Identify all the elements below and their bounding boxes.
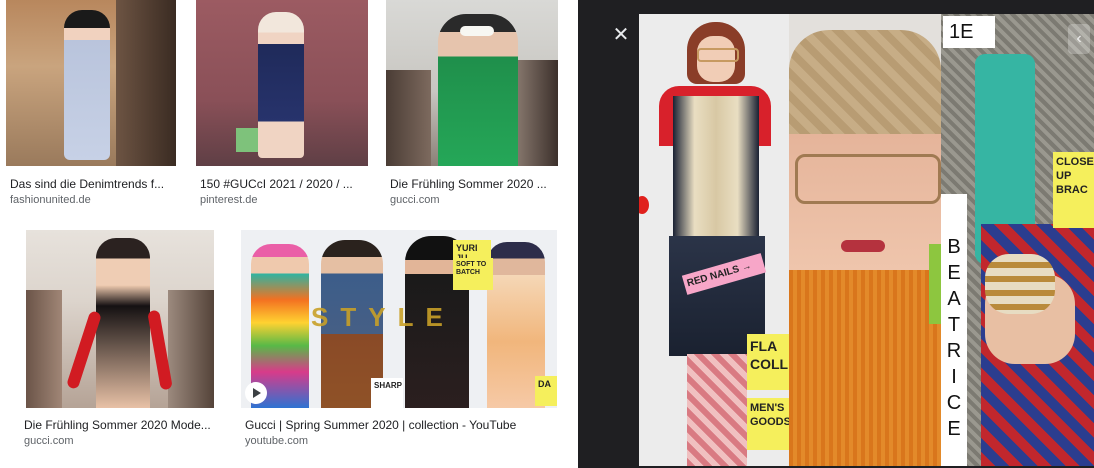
image-results-grid: Das sind die Denimtrends f... fashionuni… [0, 0, 578, 468]
result-source-2: pinterest.de [200, 194, 258, 206]
preview-image[interactable]: RED NAILS → FLA COLL MEN'S GOODS 1E B E [639, 14, 1094, 466]
note-flag: FLA COLL [747, 334, 789, 390]
result-title-3[interactable]: Die Frühling Sommer 2020 ... [390, 177, 555, 191]
preview-panel-left: RED NAILS → FLA COLL MEN'S GOODS [639, 14, 789, 466]
red-dot [639, 196, 649, 214]
sunglasses [460, 26, 494, 36]
vertical-letter: E [947, 262, 961, 284]
model-legs [687, 354, 747, 466]
result-thumbnail-3[interactable] [386, 0, 558, 166]
result-source-4: gucci.com [24, 435, 74, 447]
chevron-left-icon[interactable]: ‹ [1068, 24, 1090, 54]
label-1e: 1E [943, 16, 995, 48]
bracelets [985, 254, 1055, 314]
green-edge [929, 244, 941, 324]
model-glasses [697, 48, 739, 62]
note-yuri: YURI JU [453, 240, 491, 263]
note-mens-goods: MEN'S GOODS [747, 398, 789, 450]
vertical-name-label: B E A T R I C E [941, 194, 967, 466]
result-source-5: youtube.com [245, 435, 308, 447]
result-card-1[interactable]: Das sind die Denimtrends f... fashionuni… [6, 0, 178, 212]
preview-panel-right: 1E B E A T R I C E CLOSE UP BRAC ‹ [941, 14, 1094, 466]
model-figure [96, 238, 150, 408]
note-sharp: SHARP [371, 378, 403, 408]
note-soft: SOFT TO BATCH [453, 258, 493, 290]
vertical-letter: R [946, 340, 962, 362]
gg-cap [789, 30, 941, 146]
note-close-up: CLOSE UP BRAC [1053, 152, 1094, 228]
result-title-1[interactable]: Das sind die Denimtrends f... [10, 177, 175, 191]
vertical-letter: T [947, 314, 961, 336]
audience-left [386, 70, 431, 166]
result-source-3: gucci.com [390, 194, 440, 206]
vertical-letter: C [946, 392, 962, 414]
result-thumbnail-2[interactable] [196, 0, 368, 166]
vertical-letter: I [951, 366, 957, 388]
result-card-3[interactable]: Die Frühling Sommer 2020 ... gucci.com [386, 0, 558, 212]
result-thumbnail-1[interactable] [6, 0, 176, 166]
audience-right [168, 290, 214, 408]
result-source-1: fashionunited.de [10, 194, 91, 206]
style-overlay-text: STYLE [311, 302, 455, 332]
model-figure [64, 10, 110, 160]
close-icon[interactable]: ✕ [610, 24, 632, 46]
result-thumbnail-5[interactable]: STYLE YURI JU SOFT TO BATCH SHARP DA [241, 230, 557, 408]
image-preview-panel: ✕ RED NAILS → FLA COLL MEN'S GOODS 1E B … [578, 0, 1094, 468]
model-figure [258, 12, 304, 158]
result-thumbnail-4[interactable] [26, 230, 214, 408]
model-figure [438, 14, 518, 166]
result-title-5[interactable]: Gucci | Spring Summer 2020 | collection … [245, 418, 555, 432]
note-da: DA [535, 376, 557, 406]
orange-turtleneck [789, 270, 941, 466]
lips [841, 240, 885, 252]
result-card-2[interactable]: 150 #GUCcI 2021 / 2020 / ... pinterest.d… [196, 0, 368, 212]
result-title-4[interactable]: Die Frühling Sommer 2020 Mode... [24, 418, 214, 432]
preview-panel-middle [789, 14, 941, 466]
result-title-2[interactable]: 150 #GUCcI 2021 / 2020 / ... [200, 177, 365, 191]
result-card-5[interactable]: STYLE YURI JU SOFT TO BATCH SHARP DA Guc… [241, 228, 559, 453]
vertical-letter: A [947, 288, 961, 310]
audience-left [26, 290, 62, 408]
vertical-letter: E [947, 418, 961, 440]
vertical-letter: B [947, 236, 961, 258]
runway-audience [116, 0, 176, 166]
green-bag [236, 128, 258, 152]
eyeglasses [795, 154, 941, 204]
youtube-play-icon[interactable] [245, 382, 267, 404]
result-card-4[interactable]: Die Frühling Sommer 2020 Mode... gucci.c… [20, 228, 220, 453]
audience-right [518, 60, 558, 166]
